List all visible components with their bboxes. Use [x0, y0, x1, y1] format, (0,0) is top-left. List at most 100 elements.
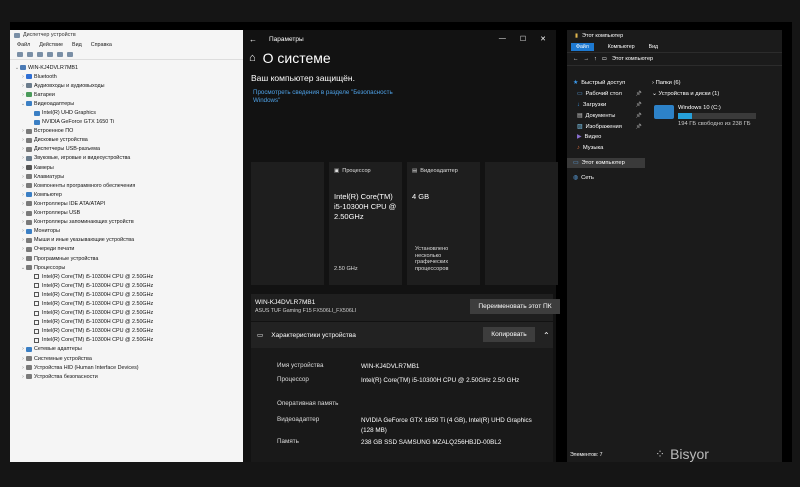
tree-item[interactable]: › Камеры	[10, 163, 243, 172]
monitor-icon[interactable]	[67, 52, 73, 57]
spec-value[interactable]	[361, 400, 536, 407]
tree-item[interactable]: › Устройства безопасности	[10, 372, 243, 381]
close-icon[interactable]: ✕	[540, 35, 546, 43]
menu-item[interactable]: Вид	[72, 42, 82, 48]
drives-group[interactable]: ⌄ Устройства и диски (1)	[652, 91, 782, 97]
processor-item[interactable]: Intel(R) Core(TM) i5-10300H CPU @ 2.50GH…	[10, 309, 243, 318]
security-link[interactable]: Просмотреть сведения в разделе "Безопасн…	[243, 83, 418, 105]
processor-item[interactable]: Intel(R) Core(TM) i5-10300H CPU @ 2.50GH…	[10, 299, 243, 308]
nav-item-label: Загрузки	[582, 101, 607, 108]
tree-item[interactable]: › Компьютер	[10, 190, 243, 199]
address-text[interactable]: Этот компьютер	[612, 56, 653, 62]
tree-item[interactable]: › Звуковые, игровые и видеоустройства	[10, 154, 243, 163]
minimize-icon[interactable]: —	[499, 35, 506, 43]
specs-header[interactable]: ▭ Характеристики устройства Копировать ⌃	[251, 322, 553, 348]
menu-item[interactable]: Действие	[39, 42, 63, 48]
tree-item[interactable]: › Контроллеры IDE ATA/ATAPI	[10, 199, 243, 208]
processor-item[interactable]: Intel(R) Core(TM) i5-10300H CPU @ 2.50GH…	[10, 327, 243, 336]
device-manager-toolbar	[10, 50, 243, 60]
gpu-card-desc: Установлено несколько графических процес…	[415, 245, 449, 273]
tree-item[interactable]: › Программные устройства	[10, 254, 243, 263]
ribbon-tab[interactable]: Вид	[649, 44, 658, 50]
tree-item-label: Компоненты программного обеспечения	[34, 182, 136, 189]
processor-item[interactable]: Intel(R) Core(TM) i5-10300H CPU @ 2.50GH…	[10, 281, 243, 290]
back-icon[interactable]	[17, 52, 23, 57]
scan-icon[interactable]	[57, 52, 63, 57]
cpu-chip-icon	[34, 274, 39, 280]
tree-item[interactable]: › Компоненты программного обеспечения	[10, 181, 243, 190]
tree-item-label: Камеры	[34, 164, 54, 171]
tree-item[interactable]: › Контроллеры USB	[10, 209, 243, 218]
spec-value[interactable]: NVIDIA GeForce GTX 1650 Ti (4 GB), Intel…	[361, 416, 536, 436]
nav-item[interactable]: ▭ Рабочий стол 📌	[567, 89, 645, 100]
nav-item[interactable]: ▤ Документы 📌	[567, 110, 645, 121]
properties-icon[interactable]	[37, 52, 43, 57]
rename-pc-button[interactable]: Переименовать этот ПК	[470, 299, 560, 314]
chevron-up-icon[interactable]: ⌃	[543, 331, 550, 340]
chevron-down-icon[interactable]: ⌄	[652, 91, 657, 97]
tree-item[interactable]: › Дисковые устройства	[10, 136, 243, 145]
processor-item[interactable]: Intel(R) Core(TM) i5-10300H CPU @ 2.50GH…	[10, 272, 243, 281]
forward-icon[interactable]	[27, 52, 33, 57]
tree-item[interactable]: › Мыши и иные указывающие устройства	[10, 236, 243, 245]
drive-c[interactable]: Windows 10 (C:) 194 ГБ свободно из 238 Г…	[654, 105, 782, 127]
nav-item-label: Сеть	[581, 174, 594, 181]
tree-item-label: Видеоадаптеры	[34, 100, 75, 107]
tree-item[interactable]: › Аудиовходы и аудиовыходы	[10, 81, 243, 90]
tree-item[interactable]: › Очереди печати	[10, 245, 243, 254]
tree-item-label: Intel(R) Core(TM) i5-10300H CPU @ 2.50GH…	[42, 319, 154, 326]
explorer-window-title: Этот компьютер	[582, 32, 624, 39]
back-icon[interactable]: ←	[573, 56, 579, 62]
device-icon	[26, 146, 32, 152]
tree-item[interactable]: › Мониторы	[10, 227, 243, 236]
tree-item[interactable]: › Устройства HID (Human Interface Devices…	[10, 363, 243, 372]
nav-item[interactable]: ↓ Загрузки 📌	[567, 100, 645, 111]
menu-item[interactable]: Файл	[17, 42, 30, 48]
tree-item[interactable]: › Батареи	[10, 90, 243, 99]
tree-item[interactable]: NVIDIA GeForce GTX 1650 Ti	[10, 118, 243, 127]
tree-item[interactable]: › Клавиатуры	[10, 172, 243, 181]
device-icon	[26, 237, 32, 243]
tree-item[interactable]: ⌄ Видеоадаптеры	[10, 99, 243, 108]
nav-item-label: Рабочий стол	[585, 91, 622, 98]
file-tab[interactable]: Файл	[571, 42, 594, 51]
tree-item[interactable]: › Встроенное ПО	[10, 127, 243, 136]
tree-item[interactable]: › Сетевые адаптеры	[10, 345, 243, 354]
tree-item[interactable]: › Bluetooth	[10, 72, 243, 81]
maximize-icon[interactable]: ☐	[520, 35, 526, 43]
tree-item[interactable]: ⌄ Процессоры	[10, 263, 243, 272]
tree-item-label: Мыши и иные указывающие устройства	[34, 237, 135, 244]
nav-item[interactable]: ★ Быстрый доступ	[567, 78, 645, 89]
nav-item[interactable]: ◍ Сеть	[567, 172, 645, 183]
address-bar: ← → ↑ ▭ Этот компьютер	[567, 52, 782, 66]
folders-group[interactable]: › Папки (6)	[652, 80, 782, 86]
back-arrow-icon[interactable]: ←	[249, 35, 257, 44]
tree-item-label: Intel(R) Core(TM) i5-10300H CPU @ 2.50GH…	[42, 282, 154, 289]
ribbon-tab[interactable]: Компьютер	[608, 44, 635, 50]
nav-item[interactable]: ▶ Видео	[567, 132, 645, 143]
tree-root[interactable]: ⌄ WIN-KJ4DVLR7MB1	[10, 63, 243, 72]
tree-item-label: NVIDIA GeForce GTX 1650 Ti	[42, 119, 114, 126]
tree-item-label: Контроллеры IDE ATA/ATAPI	[34, 200, 106, 207]
tree-item[interactable]: › Системные устройства	[10, 354, 243, 363]
nav-item[interactable]: ▭ Этот компьютер	[567, 157, 645, 169]
nav-item[interactable]: ♪ Музыка	[567, 143, 645, 154]
copy-button[interactable]: Копировать	[483, 327, 535, 342]
tree-item[interactable]: › Контроллеры запоминающих устройств	[10, 218, 243, 227]
tree-item[interactable]: › Диспетчеры USB-разъема	[10, 145, 243, 154]
help-icon[interactable]	[47, 52, 53, 57]
device-icon	[26, 256, 32, 262]
forward-icon[interactable]: →	[584, 56, 590, 62]
cpu-card-label: Процессор	[342, 168, 371, 174]
up-icon[interactable]: ↑	[594, 56, 597, 62]
spec-value[interactable]: Intel(R) Core(TM) i5-10300H CPU @ 2.50GH…	[361, 376, 536, 386]
tree-item[interactable]: Intel(R) UHD Graphics	[10, 108, 243, 117]
processor-item[interactable]: Intel(R) Core(TM) i5-10300H CPU @ 2.50GH…	[10, 336, 243, 345]
menu-item[interactable]: Справка	[91, 42, 112, 48]
processor-item[interactable]: Intel(R) Core(TM) i5-10300H CPU @ 2.50GH…	[10, 318, 243, 327]
nav-item[interactable]: ▨ Изображения 📌	[567, 121, 645, 132]
spec-value[interactable]: WIN-KJ4DVLR7MB1	[361, 362, 536, 372]
spec-value[interactable]: 238 GB SSD SAMSUNG MZALQ256HBJD-00BL2	[361, 438, 536, 448]
chevron-right-icon[interactable]: ›	[652, 80, 654, 86]
processor-item[interactable]: Intel(R) Core(TM) i5-10300H CPU @ 2.50GH…	[10, 290, 243, 299]
